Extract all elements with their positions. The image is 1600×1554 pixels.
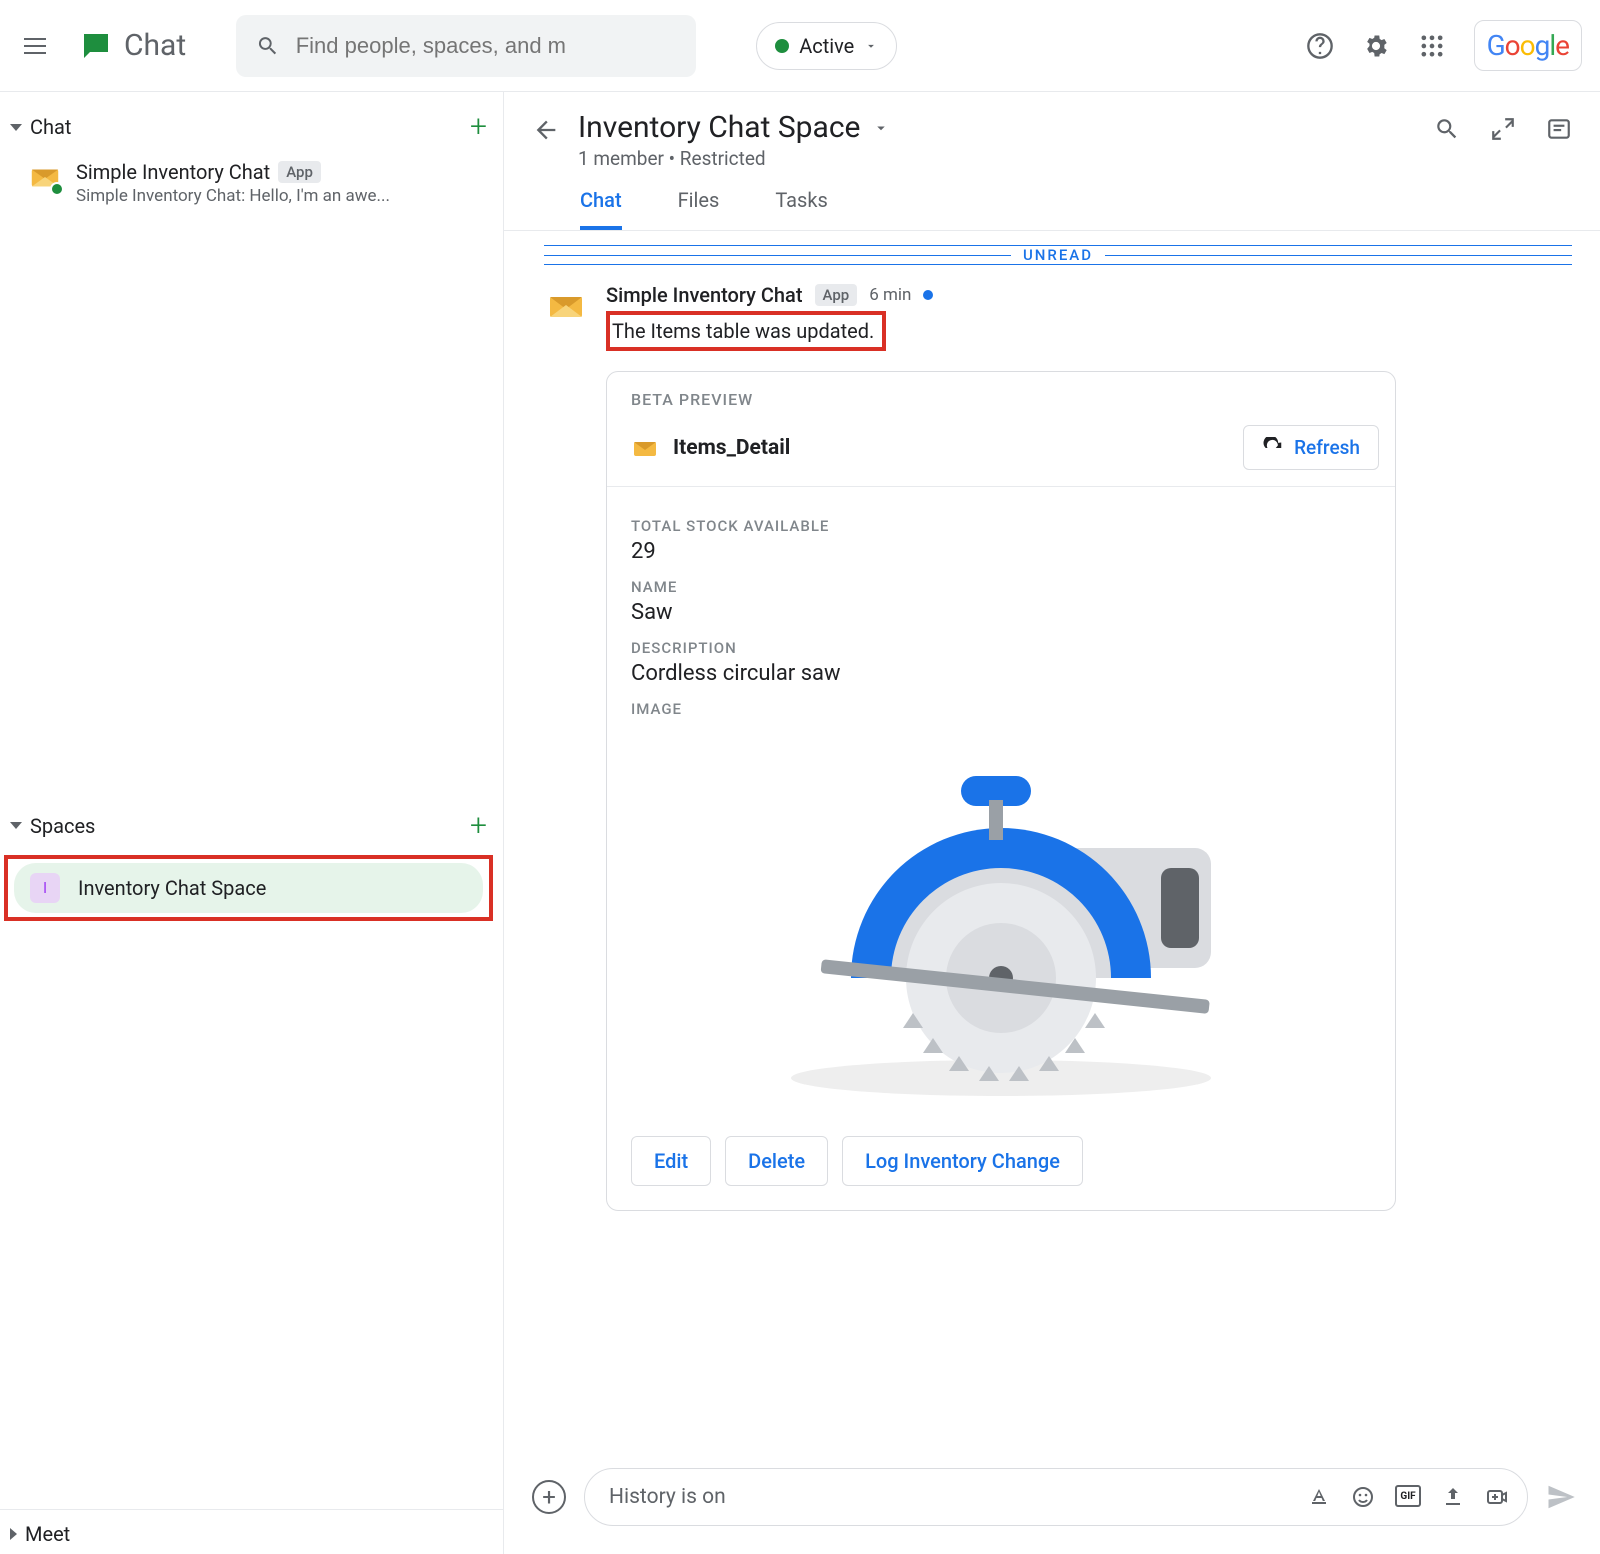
field-label: IMAGE (631, 700, 1371, 718)
section-title: Chat (30, 115, 71, 139)
message-text: The Items table was updated. (612, 319, 874, 343)
top-bar: Chat Active Google (0, 0, 1600, 92)
space-header: Inventory Chat Space 1 member • Restrict… (504, 92, 1600, 170)
add-attachment-icon[interactable]: + (532, 1480, 566, 1514)
highlight-box: I Inventory Chat Space (4, 855, 493, 921)
collapse-icon[interactable] (1490, 116, 1516, 142)
app-badge: App (278, 161, 321, 183)
emoji-icon[interactable] (1351, 1485, 1375, 1509)
settings-gear-icon[interactable] (1362, 32, 1390, 60)
tab-chat[interactable]: Chat (580, 188, 622, 230)
space-tabs: Chat Files Tasks (504, 170, 1600, 231)
space-avatar: I (30, 873, 60, 903)
search-icon (256, 33, 280, 59)
card-image (631, 728, 1371, 1108)
unread-label: UNREAD (1023, 246, 1093, 264)
refresh-icon (1262, 437, 1284, 459)
chat-item-title: Simple Inventory Chat (76, 160, 270, 184)
highlight-box: The Items table was updated. (606, 311, 886, 351)
space-title: Inventory Chat Space (578, 110, 860, 145)
presence-dot-icon (50, 182, 64, 196)
send-icon[interactable] (1546, 1482, 1576, 1512)
edit-button[interactable]: Edit (631, 1136, 711, 1186)
field-label: DESCRIPTION (631, 639, 1371, 657)
unread-dot-icon (923, 290, 933, 300)
message-avatar (544, 283, 588, 327)
field-value: Cordless circular saw (631, 661, 1371, 686)
unread-divider: UNREAD (544, 245, 1572, 265)
chevron-down-icon[interactable] (872, 119, 890, 137)
sidebar-section-spaces[interactable]: Spaces + (0, 799, 503, 849)
tab-tasks[interactable]: Tasks (775, 188, 828, 230)
add-chat-icon[interactable]: + (470, 112, 487, 142)
card-title: Items_Detail (673, 436, 1229, 460)
field-value: Saw (631, 600, 1371, 625)
message-row: Simple Inventory Chat App 6 min The Item… (544, 283, 1572, 1211)
section-title: Spaces (30, 814, 95, 838)
delete-button[interactable]: Delete (725, 1136, 828, 1186)
chevron-down-icon (10, 822, 22, 829)
thread-panel-icon[interactable] (1546, 116, 1572, 142)
create-meeting-icon[interactable] (1485, 1485, 1509, 1509)
space-subtitle: 1 member • Restricted (578, 147, 1416, 170)
sidebar-section-chat[interactable]: Chat + (0, 100, 503, 150)
message-time: 6 min (869, 285, 911, 305)
app-card: BETA PREVIEW Items_Detail Refresh TOTAL … (606, 371, 1396, 1211)
refresh-button[interactable]: Refresh (1243, 425, 1379, 470)
gif-icon[interactable]: GIF (1395, 1485, 1421, 1507)
status-dot-icon (775, 39, 789, 53)
apps-grid-icon[interactable] (1418, 32, 1446, 60)
message-composer[interactable]: History is on GIF (584, 1468, 1528, 1526)
sidebar-section-meet[interactable]: Meet (0, 1509, 503, 1554)
chat-avatar (28, 160, 62, 194)
sidebar: Chat + Simple Inventory Chat App Simple … (0, 92, 504, 1554)
app-name: Chat (124, 28, 186, 63)
add-space-icon[interactable]: + (470, 811, 487, 841)
main-menu-icon[interactable] (24, 34, 48, 58)
field-value: 29 (631, 539, 1371, 564)
chat-logo[interactable]: Chat (78, 28, 186, 64)
chat-item[interactable]: Simple Inventory Chat App Simple Invento… (0, 150, 503, 216)
tab-files[interactable]: Files (678, 188, 720, 230)
search-in-space-icon[interactable] (1434, 116, 1460, 142)
refresh-label: Refresh (1294, 436, 1360, 459)
search-box[interactable] (236, 15, 696, 77)
presence-status-chip[interactable]: Active (756, 22, 897, 70)
chat-logo-icon (78, 28, 114, 64)
log-inventory-change-button[interactable]: Log Inventory Change (842, 1136, 1083, 1186)
field-label: TOTAL STOCK AVAILABLE (631, 517, 1371, 535)
card-beta-label: BETA PREVIEW (607, 372, 1395, 417)
sidebar-space-item[interactable]: I Inventory Chat Space (14, 863, 483, 913)
chevron-down-icon (864, 39, 878, 53)
field-label: NAME (631, 578, 1371, 596)
google-logo[interactable]: Google (1474, 20, 1582, 71)
main-panel: Inventory Chat Space 1 member • Restrict… (504, 92, 1600, 1554)
message-sender: Simple Inventory Chat (606, 283, 803, 307)
package-icon (631, 434, 659, 462)
help-icon[interactable] (1306, 32, 1334, 60)
status-label: Active (799, 34, 854, 58)
chat-item-preview: Simple Inventory Chat: Hello, I'm an awe… (76, 186, 487, 206)
chevron-right-icon (10, 1528, 17, 1540)
space-item-name: Inventory Chat Space (78, 876, 266, 900)
upload-file-icon[interactable] (1441, 1485, 1465, 1509)
search-input[interactable] (296, 33, 676, 59)
back-arrow-icon[interactable] (532, 116, 560, 144)
composer-row: + History is on GIF (504, 1450, 1600, 1554)
section-title: Meet (25, 1522, 70, 1546)
format-text-icon[interactable] (1307, 1485, 1331, 1509)
app-badge: App (815, 284, 858, 306)
composer-placeholder: History is on (609, 1485, 1289, 1509)
chevron-down-icon (10, 124, 22, 131)
